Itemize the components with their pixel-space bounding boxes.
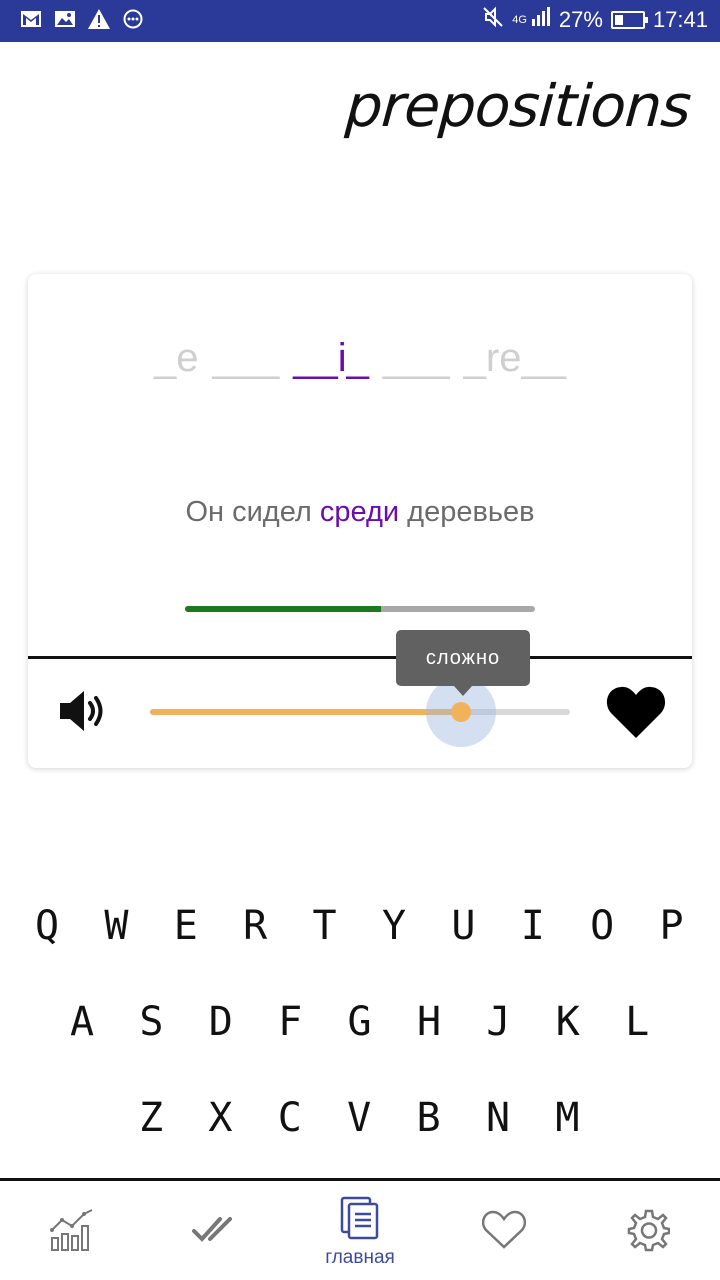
word-blank: ___ [212, 336, 280, 380]
key-i[interactable]: I [503, 896, 563, 956]
network-type: 4G [512, 14, 527, 26]
key-j[interactable]: J [468, 992, 528, 1052]
speaker-icon[interactable] [58, 686, 110, 736]
key-b[interactable]: B [399, 1088, 459, 1148]
word-blank: __i_ [293, 336, 369, 380]
key-f[interactable]: F [260, 992, 320, 1052]
key-v[interactable]: V [329, 1088, 389, 1148]
page-title: prepositions [343, 72, 693, 140]
key-z[interactable]: Z [121, 1088, 181, 1148]
key-q[interactable]: Q [17, 896, 77, 956]
word-blank: _e [154, 336, 199, 380]
nav-item-learned[interactable] [144, 1181, 288, 1280]
nav-item-settings[interactable] [576, 1181, 720, 1280]
battery-icon [610, 11, 648, 29]
difficulty-tooltip: сложно [396, 630, 530, 696]
gmail-icon [20, 8, 42, 30]
key-m[interactable]: M [537, 1088, 597, 1148]
divider [28, 656, 692, 659]
nav-item-favorites[interactable] [432, 1181, 576, 1280]
key-y[interactable]: Y [364, 896, 424, 956]
cards-icon [339, 1196, 381, 1245]
nav-item-home[interactable]: главная [288, 1181, 432, 1280]
nav-item-stats[interactable] [0, 1181, 144, 1280]
favorite-heart-icon[interactable] [606, 684, 666, 740]
warning-icon [88, 8, 110, 30]
more-icon [122, 8, 144, 30]
sentence-before: Он сидел [185, 496, 320, 528]
key-n[interactable]: N [468, 1088, 528, 1148]
key-t[interactable]: T [295, 896, 355, 956]
gear-icon [626, 1208, 671, 1257]
key-e[interactable]: E [156, 896, 216, 956]
double-check-icon [192, 1215, 240, 1250]
mute-icon [482, 6, 504, 34]
progress-fill [185, 606, 381, 612]
progress-bar [185, 606, 535, 612]
key-u[interactable]: U [433, 896, 493, 956]
word-card: _e ___ __i_ ___ _re__ Он сидел среди деревье… [28, 274, 692, 768]
difficulty-slider[interactable] [150, 677, 570, 747]
slider-thumb[interactable] [450, 702, 471, 722]
image-icon [54, 8, 76, 30]
key-g[interactable]: G [330, 992, 390, 1052]
key-o[interactable]: O [572, 896, 632, 956]
example-sentence: Он сидел среди деревьев [28, 496, 692, 529]
key-k[interactable]: K [538, 992, 598, 1052]
word-blanks: _e ___ __i_ ___ _re__ [28, 336, 692, 381]
key-w[interactable]: W [86, 896, 146, 956]
key-d[interactable]: D [191, 992, 251, 1052]
key-l[interactable]: L [607, 992, 667, 1052]
clock: 17:41 [652, 7, 708, 32]
stats-icon [48, 1208, 96, 1257]
signal-icon [531, 7, 551, 33]
key-a[interactable]: A [52, 992, 112, 1052]
bottom-nav: главная [0, 1178, 720, 1280]
key-r[interactable]: R [225, 896, 285, 956]
nav-label-home: главная [325, 1246, 395, 1268]
battery-percent: 27% [558, 7, 603, 32]
key-p[interactable]: P [642, 896, 702, 956]
heart-outline-icon [481, 1210, 527, 1255]
sentence-after: деревьев [399, 496, 535, 528]
key-x[interactable]: X [190, 1088, 250, 1148]
key-s[interactable]: S [121, 992, 181, 1052]
sentence-highlight: среди [319, 496, 400, 528]
status-bar: 4G 27% 17:41 [0, 0, 720, 42]
word-blank: ___ [382, 336, 450, 380]
slider-fill [150, 709, 461, 715]
word-blank: _re__ [463, 336, 566, 380]
key-c[interactable]: C [260, 1088, 320, 1148]
key-h[interactable]: H [399, 992, 459, 1052]
